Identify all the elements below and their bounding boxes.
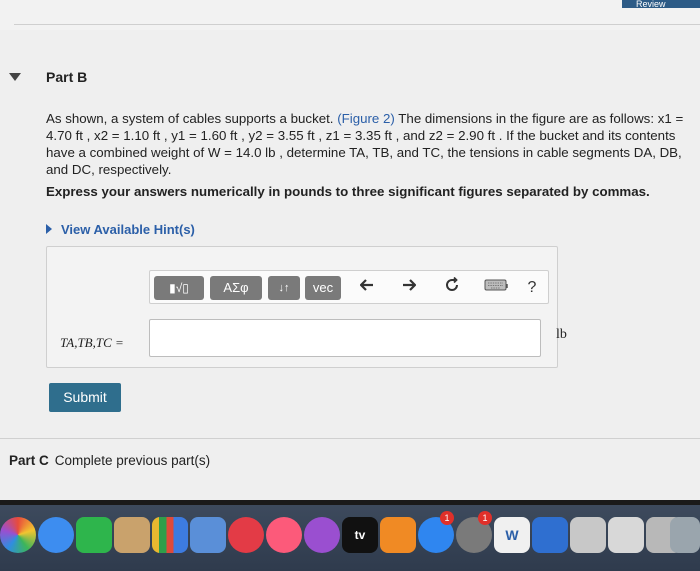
view-hints-link[interactable]: View Available Hint(s)	[46, 222, 195, 237]
top-strip: Review	[0, 0, 700, 30]
templates-button[interactable]: ▮√▯	[154, 276, 204, 300]
top-divider	[14, 24, 700, 25]
keyboard-icon[interactable]	[482, 277, 512, 299]
system-preferences-badge: 1	[478, 511, 492, 525]
math-toolbar: ▮√▯ ΑΣφ ↓↑ vec ?	[149, 270, 549, 304]
podcasts-icon[interactable]	[304, 517, 340, 553]
collapse-arrow-icon[interactable]	[9, 73, 21, 81]
notes-icon[interactable]	[114, 517, 150, 553]
review-button[interactable]: Review	[622, 0, 700, 8]
reset-icon[interactable]	[441, 276, 463, 299]
finder-icon[interactable]	[532, 517, 568, 553]
document-icon[interactable]	[608, 517, 644, 553]
photos-icon[interactable]	[0, 517, 36, 553]
question-text: As shown, a system of cables supports a …	[46, 110, 692, 178]
answer-unit: lb	[556, 327, 567, 342]
expand-arrow-icon	[46, 224, 52, 234]
books-icon[interactable]	[380, 517, 416, 553]
part-c-label: Part C	[9, 453, 49, 468]
figure-link[interactable]: (Figure 2)	[337, 111, 395, 126]
greek-symbols-button[interactable]: ΑΣφ	[210, 276, 262, 300]
help-button[interactable]: ?	[522, 277, 542, 299]
answer-input[interactable]	[149, 319, 541, 357]
preview-icon[interactable]	[570, 517, 606, 553]
subscript-superscript-button[interactable]: ↓↑	[268, 276, 300, 300]
news-icon[interactable]	[228, 517, 264, 553]
section-divider	[0, 438, 700, 439]
part-b-title: Part B	[46, 69, 88, 85]
redo-icon[interactable]	[397, 277, 419, 299]
answer-variable-label: TA,TB,TC =	[60, 335, 124, 350]
apple-tv-icon[interactable]: tv	[342, 517, 378, 553]
keynote-icon[interactable]	[190, 517, 226, 553]
trash-icon[interactable]	[670, 517, 700, 553]
app-store-badge: 1	[440, 511, 454, 525]
dock: tv 1 1 W	[0, 505, 700, 571]
music-icon[interactable]	[266, 517, 302, 553]
instruction-text: Express your answers numerically in poun…	[46, 184, 650, 199]
part-c-status: Complete previous part(s)	[54, 453, 211, 468]
part-c-row: Part C Complete previous part(s)	[9, 453, 210, 468]
hint-label: View Available Hint(s)	[61, 222, 195, 237]
word-icon[interactable]: W	[494, 517, 530, 553]
question-intro: As shown, a system of cables supports a …	[46, 111, 338, 126]
undo-icon[interactable]	[357, 277, 379, 299]
vector-button[interactable]: vec	[305, 276, 341, 300]
numbers-icon[interactable]	[152, 517, 188, 553]
messages-icon[interactable]	[38, 517, 74, 553]
facetime-icon[interactable]	[76, 517, 112, 553]
submit-button[interactable]: Submit	[49, 383, 121, 412]
